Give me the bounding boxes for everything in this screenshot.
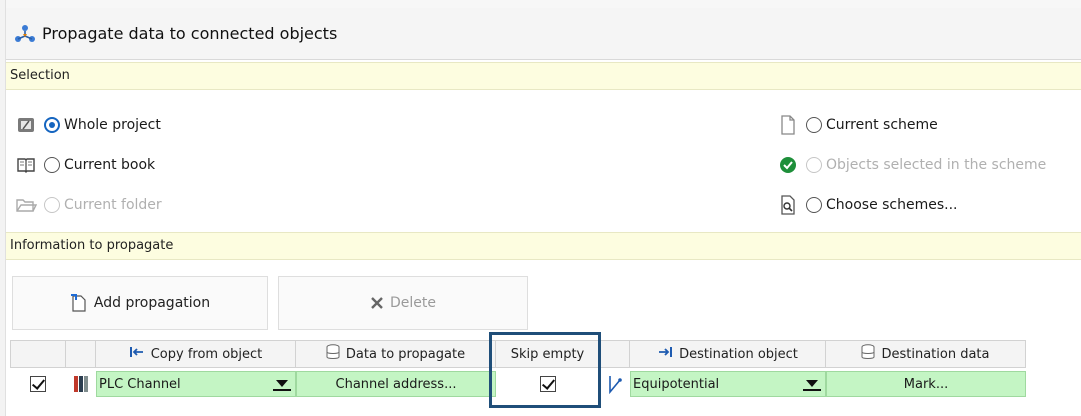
destination-object-value: Equipotential bbox=[633, 376, 720, 392]
option-current-scheme[interactable]: Current scheme bbox=[776, 112, 938, 138]
choose-schemes-radio[interactable] bbox=[806, 197, 822, 213]
copy-from-header-label: Copy from object bbox=[150, 346, 263, 362]
current-book-label: Current book bbox=[64, 157, 156, 173]
destination-object-dropdown[interactable]: Equipotential bbox=[630, 371, 826, 397]
database-icon bbox=[326, 344, 340, 364]
chevron-down-icon[interactable] bbox=[273, 377, 291, 391]
copy-from-dropdown[interactable]: PLC Channel bbox=[96, 371, 296, 397]
folder-icon bbox=[14, 194, 38, 216]
new-document-icon bbox=[70, 294, 88, 312]
page-search-icon bbox=[776, 194, 800, 216]
delete-x-icon bbox=[370, 296, 384, 310]
propagate-icon bbox=[14, 23, 36, 45]
header-select bbox=[10, 340, 66, 368]
objects-selected-radio bbox=[806, 157, 822, 173]
header-copy-from[interactable]: Copy from object bbox=[96, 340, 296, 368]
whole-project-radio[interactable] bbox=[44, 117, 60, 133]
destination-data-value: Mark... bbox=[903, 376, 949, 392]
data-to-propagate-cell[interactable]: Channel address... bbox=[296, 371, 496, 397]
option-whole-project[interactable]: Whole project bbox=[14, 112, 161, 138]
choose-schemes-label: Choose schemes... bbox=[826, 197, 958, 213]
data-to-propagate-header-label: Data to propagate bbox=[345, 346, 466, 362]
destination-arrow-icon bbox=[657, 346, 673, 362]
row-enable-checkbox[interactable] bbox=[30, 376, 46, 392]
whole-project-label: Whole project bbox=[64, 117, 161, 133]
skip-empty-highlight bbox=[489, 332, 601, 408]
current-book-radio[interactable] bbox=[44, 157, 60, 173]
information-header: Information to propagate bbox=[6, 232, 1081, 260]
header-connector bbox=[600, 340, 630, 368]
header-type bbox=[66, 340, 96, 368]
delete-button[interactable]: Delete bbox=[278, 276, 528, 330]
current-folder-label: Current folder bbox=[64, 197, 162, 213]
header-data-to-propagate[interactable]: Data to propagate bbox=[296, 340, 496, 368]
data-to-propagate-value: Channel address... bbox=[335, 376, 457, 392]
copy-from-icon bbox=[129, 346, 145, 362]
add-propagation-button[interactable]: Add propagation bbox=[12, 276, 268, 330]
add-propagation-label: Add propagation bbox=[93, 295, 211, 311]
destination-object-header-label: Destination object bbox=[679, 346, 798, 362]
delete-label: Delete bbox=[390, 295, 436, 311]
option-current-book[interactable]: Current book bbox=[14, 152, 155, 178]
book-icon bbox=[14, 154, 38, 176]
header-destination-data[interactable]: Destination data bbox=[826, 340, 1026, 368]
chevron-down-icon[interactable] bbox=[803, 377, 821, 391]
check-circle-icon bbox=[776, 154, 800, 176]
plc-channel-icon bbox=[66, 375, 96, 393]
objects-selected-label: Objects selected in the scheme bbox=[826, 157, 1047, 173]
project-icon bbox=[14, 114, 38, 136]
current-scheme-radio[interactable] bbox=[806, 117, 822, 133]
window-title: Propagate data to connected objects bbox=[42, 24, 338, 43]
connector-icon bbox=[600, 374, 630, 394]
page-icon bbox=[776, 114, 800, 136]
destination-data-header-label: Destination data bbox=[881, 346, 990, 362]
current-scheme-label: Current scheme bbox=[826, 117, 938, 133]
row-enable-cell bbox=[10, 376, 66, 392]
window-top-edge bbox=[0, 0, 1081, 8]
header-destination-object[interactable]: Destination object bbox=[630, 340, 826, 368]
option-objects-selected: Objects selected in the scheme bbox=[776, 152, 1046, 178]
destination-data-cell[interactable]: Mark... bbox=[826, 371, 1026, 397]
copy-from-value: PLC Channel bbox=[99, 376, 181, 392]
title-bar: Propagate data to connected objects bbox=[6, 8, 1081, 60]
selection-header: Selection bbox=[6, 62, 1081, 90]
database-icon bbox=[861, 344, 875, 364]
option-choose-schemes[interactable]: Choose schemes... bbox=[776, 192, 958, 218]
option-current-folder: Current folder bbox=[14, 192, 162, 218]
current-folder-radio bbox=[44, 197, 60, 213]
